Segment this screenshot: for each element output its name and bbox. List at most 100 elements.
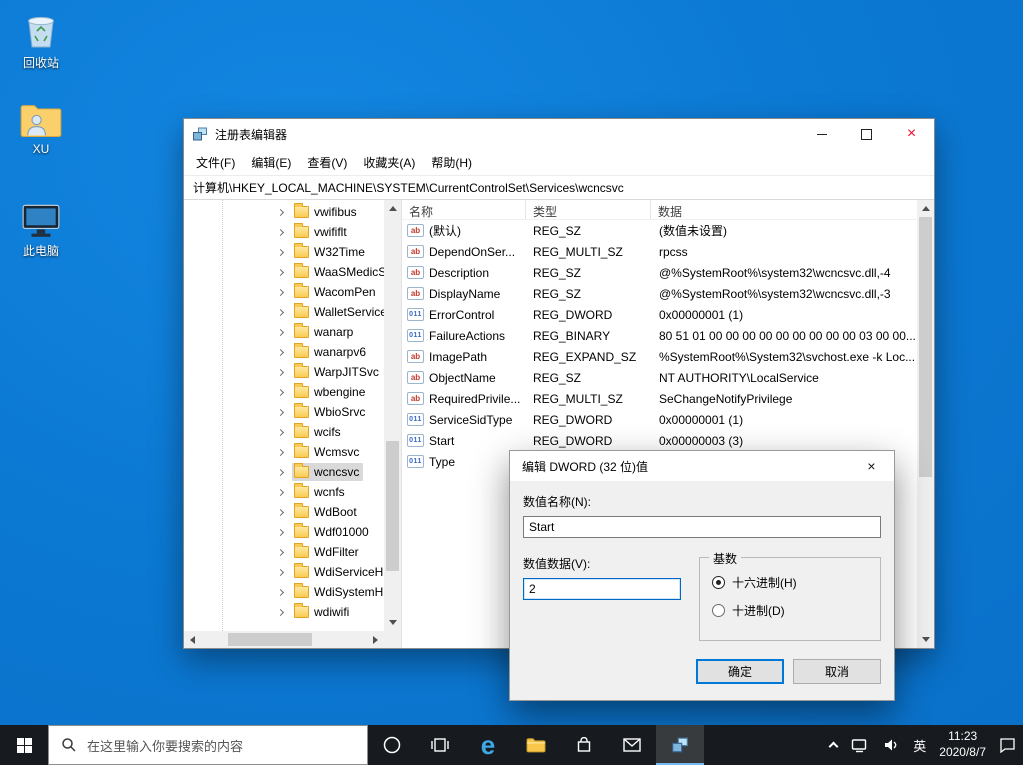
tree-item-selection[interactable]: W32Time — [292, 243, 369, 261]
chevron-right-icon[interactable] — [277, 608, 284, 615]
tree-item[interactable]: wcncsvc — [184, 462, 384, 482]
taskbar-clock[interactable]: 11:23 2020/8/7 — [933, 725, 992, 765]
edge-button[interactable]: e — [464, 725, 512, 765]
tree-item[interactable]: wdiwifi — [184, 602, 384, 622]
mail-button[interactable] — [608, 725, 656, 765]
ime-indicator[interactable]: 英 — [906, 725, 933, 765]
tree-item-selection[interactable]: vwifibus — [292, 203, 361, 221]
chevron-right-icon[interactable] — [277, 588, 284, 595]
scroll-down-arrow-icon[interactable] — [917, 631, 934, 648]
tree-item-selection[interactable]: WdiServiceH — [292, 563, 384, 581]
address-bar[interactable]: 计算机\HKEY_LOCAL_MACHINE\SYSTEM\CurrentCon… — [184, 175, 934, 200]
chevron-right-icon[interactable] — [277, 208, 284, 215]
chevron-right-icon[interactable] — [277, 568, 284, 575]
regedit-taskbar-button[interactable] — [656, 725, 704, 765]
tree-vertical-scrollbar[interactable] — [384, 200, 401, 631]
registry-value-row[interactable]: 011 ErrorControl REG_DWORD 0x00000001 (1… — [402, 304, 917, 325]
chevron-right-icon[interactable] — [277, 428, 284, 435]
chevron-right-icon[interactable] — [277, 548, 284, 555]
tree-item-selection[interactable]: WarpJITSvc — [292, 363, 383, 381]
tree-item-selection[interactable]: vwififlt — [292, 223, 351, 241]
tree-item[interactable]: Wcmsvc — [184, 442, 384, 462]
action-center-button[interactable] — [992, 725, 1023, 765]
store-button[interactable] — [560, 725, 608, 765]
scroll-left-arrow-icon[interactable] — [184, 631, 201, 648]
tree-item[interactable]: WalletService — [184, 302, 384, 322]
column-header[interactable]: 名称 — [402, 200, 526, 219]
tree-item-selection[interactable]: wdiwifi — [292, 603, 353, 621]
registry-value-row[interactable]: 011 Start REG_DWORD 0x00000003 (3) — [402, 430, 917, 451]
tree-item[interactable]: WarpJITSvc — [184, 362, 384, 382]
tree-item-selection[interactable]: Wdf01000 — [292, 523, 373, 541]
menu-item[interactable]: 收藏夹(A) — [355, 150, 423, 175]
menu-item[interactable]: 文件(F) — [188, 150, 243, 175]
close-button[interactable]: × — [889, 119, 934, 149]
tree-item[interactable]: wcnfs — [184, 482, 384, 502]
chevron-right-icon[interactable] — [277, 448, 284, 455]
scroll-down-arrow-icon[interactable] — [384, 614, 401, 631]
tree-item[interactable]: vwififlt — [184, 222, 384, 242]
file-explorer-button[interactable] — [512, 725, 560, 765]
maximize-button[interactable] — [844, 119, 889, 149]
tree-item[interactable]: W32Time — [184, 242, 384, 262]
chevron-right-icon[interactable] — [277, 388, 284, 395]
tree-item-selection[interactable]: wcifs — [292, 423, 345, 441]
tree-vscroll-thumb[interactable] — [386, 441, 399, 570]
tree-item[interactable]: WbioSrvc — [184, 402, 384, 422]
tree-item-selection[interactable]: wcncsvc — [292, 463, 363, 481]
registry-value-row[interactable]: 011 ServiceSidType REG_DWORD 0x00000001 … — [402, 409, 917, 430]
list-vertical-scrollbar[interactable] — [917, 200, 934, 648]
scroll-up-arrow-icon[interactable] — [384, 200, 401, 217]
tree-item-selection[interactable]: wanarp — [292, 323, 357, 341]
chevron-right-icon[interactable] — [277, 328, 284, 335]
chevron-right-icon[interactable] — [277, 368, 284, 375]
scroll-right-arrow-icon[interactable] — [367, 631, 384, 648]
tree-item[interactable]: wcifs — [184, 422, 384, 442]
tree-item-selection[interactable]: wbengine — [292, 383, 369, 401]
network-tray-button[interactable] — [844, 725, 876, 765]
decimal-radio-row[interactable]: 十进制(D) — [712, 602, 880, 619]
registry-value-row[interactable]: ab RequiredPrivile... REG_MULTI_SZ SeCha… — [402, 388, 917, 409]
tree-item[interactable]: WdFilter — [184, 542, 384, 562]
tree-item[interactable]: wanarpv6 — [184, 342, 384, 362]
chevron-right-icon[interactable] — [277, 468, 284, 475]
tree-item-selection[interactable]: WaaSMedicS — [292, 263, 384, 281]
cortana-button[interactable] — [368, 725, 416, 765]
tree-item-selection[interactable]: wanarpv6 — [292, 343, 370, 361]
value-name-input[interactable] — [523, 516, 881, 538]
desktop-icon-recycle-bin[interactable]: 回收站 — [8, 9, 74, 71]
registry-value-row[interactable]: ab ObjectName REG_SZ NT AUTHORITY\LocalS… — [402, 367, 917, 388]
tree-item[interactable]: WdiSystemH — [184, 582, 384, 602]
list-vscroll-thumb[interactable] — [919, 217, 932, 477]
value-data-input[interactable] — [523, 578, 681, 600]
tray-overflow-button[interactable] — [823, 725, 844, 765]
decimal-radio-button[interactable] — [712, 604, 725, 617]
registry-value-row[interactable]: ab (默认) REG_SZ (数值未设置) — [402, 220, 917, 241]
registry-value-row[interactable]: ab Description REG_SZ @%SystemRoot%\syst… — [402, 262, 917, 283]
chevron-right-icon[interactable] — [277, 288, 284, 295]
tree-item[interactable]: WdBoot — [184, 502, 384, 522]
start-button[interactable] — [0, 725, 48, 765]
volume-tray-button[interactable] — [876, 725, 906, 765]
tree-hscroll-thumb[interactable] — [228, 633, 312, 646]
chevron-right-icon[interactable] — [277, 408, 284, 415]
hex-radio-button[interactable] — [712, 576, 725, 589]
task-view-button[interactable] — [416, 725, 464, 765]
chevron-right-icon[interactable] — [277, 248, 284, 255]
chevron-right-icon[interactable] — [277, 348, 284, 355]
column-header[interactable]: 类型 — [526, 200, 651, 219]
tree-item-selection[interactable]: WbioSrvc — [292, 403, 369, 421]
registry-value-row[interactable]: ab ImagePath REG_EXPAND_SZ %SystemRoot%\… — [402, 346, 917, 367]
dialog-close-button[interactable]: × — [849, 451, 894, 481]
desktop-icon-user-folder[interactable]: XU — [8, 101, 74, 156]
tree-item[interactable]: Wdf01000 — [184, 522, 384, 542]
menu-item[interactable]: 帮助(H) — [423, 150, 480, 175]
ok-button[interactable]: 确定 — [696, 659, 784, 684]
tree-item[interactable]: WdiServiceH — [184, 562, 384, 582]
tree-item-selection[interactable]: WdiSystemH — [292, 583, 384, 601]
column-header[interactable]: 数据 — [651, 200, 917, 219]
hex-radio-row[interactable]: 十六进制(H) — [712, 574, 880, 591]
tree-item[interactable]: WacomPen — [184, 282, 384, 302]
tree-item[interactable]: WaaSMedicS — [184, 262, 384, 282]
title-bar[interactable]: 注册表编辑器 × — [184, 119, 934, 149]
